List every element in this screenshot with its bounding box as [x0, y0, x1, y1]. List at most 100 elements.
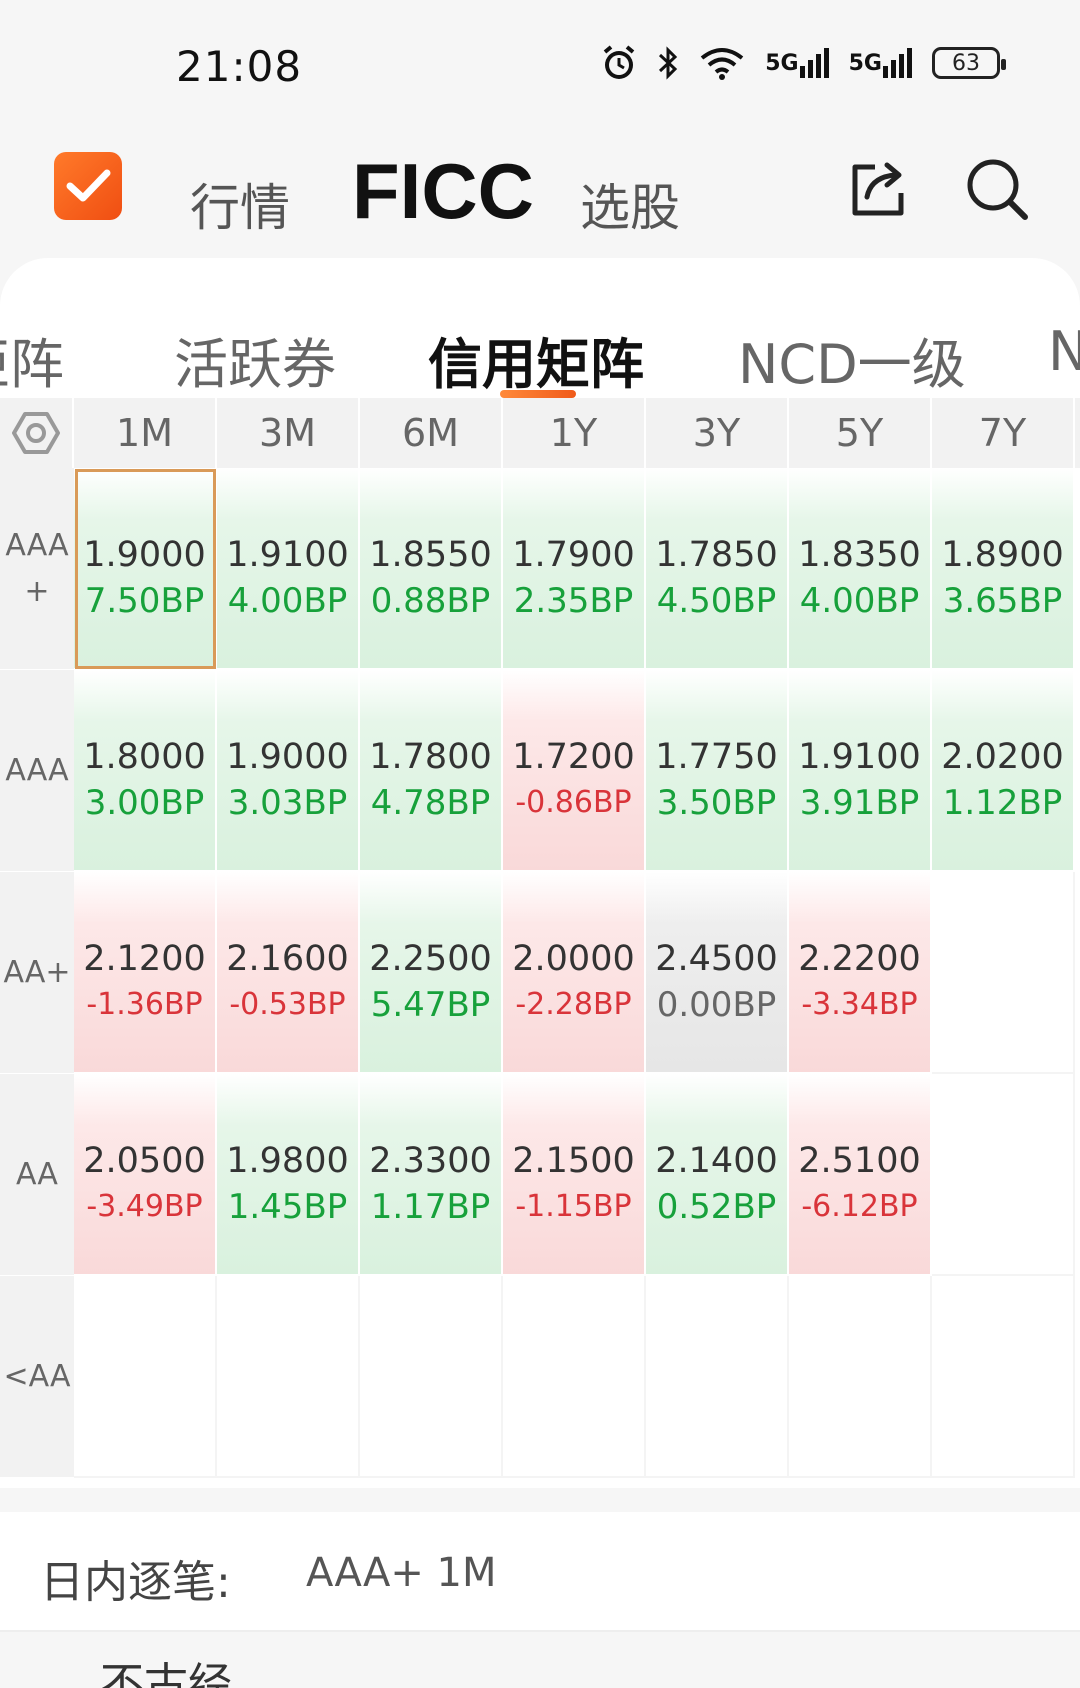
- credit-matrix-table: 1M 3M 6M 1Y 3Y 5Y 7Y AAA+ 1.9000 7.50BP 1.9100 4.0…: [0, 398, 1080, 1478]
- matrix-cell[interactable]: 1.9000 7.50BP: [74, 468, 217, 670]
- share-button[interactable]: [838, 150, 918, 230]
- settings-hex-icon: [12, 412, 60, 454]
- matrix-cell[interactable]: [217, 1276, 360, 1478]
- yield-change: -1.36BP: [86, 987, 203, 1022]
- matrix-cell[interactable]: [932, 1276, 1075, 1478]
- yield-value: 1.8000: [83, 737, 206, 777]
- matrix-cell[interactable]: 1.8900 3.65BP: [932, 468, 1075, 670]
- yield-value: 2.1500: [512, 1141, 635, 1181]
- yield-value: 1.7900: [512, 535, 635, 575]
- yield-value: 2.0500: [83, 1141, 206, 1181]
- tab-active-bonds[interactable]: 活跃券: [174, 320, 336, 398]
- signal-icon-2: 5G: [849, 48, 912, 78]
- matrix-cell[interactable]: 2.1200 -1.36BP: [74, 872, 217, 1074]
- yield-value: 2.4500: [655, 939, 778, 979]
- yield-value: 2.1400: [655, 1141, 778, 1181]
- share-icon: [852, 162, 904, 216]
- divider: [0, 1630, 1080, 1632]
- matrix-cell[interactable]: 2.1600 -0.53BP: [217, 872, 360, 1074]
- column-header[interactable]: 5Y: [789, 398, 932, 468]
- app-logo-icon[interactable]: [54, 152, 122, 220]
- tab-matrix[interactable]: 矩阵: [0, 320, 64, 398]
- yield-value: 1.7750: [655, 737, 778, 777]
- tab-next[interactable]: N: [1048, 320, 1080, 383]
- column-header[interactable]: 1M: [74, 398, 217, 468]
- matrix-cell[interactable]: 1.7750 3.50BP: [646, 670, 789, 872]
- signal-icon-1: 5G: [765, 48, 829, 78]
- matrix-cell[interactable]: 2.0500 -3.49BP: [74, 1074, 217, 1276]
- search-button[interactable]: [958, 150, 1038, 230]
- yield-value: 2.2500: [369, 939, 492, 979]
- matrix-row: AA+ 2.1200 -1.36BP 2.1600 -0.53BP 2.2500 5.47B…: [0, 872, 1080, 1074]
- matrix-body: AAA+ 1.9000 7.50BP 1.9100 4.00BP 1.8550 0.88BP…: [0, 468, 1080, 1478]
- matrix-cell[interactable]: 2.0000 -2.28BP: [503, 872, 646, 1074]
- nav-market[interactable]: 行情: [190, 168, 290, 240]
- row-label: <AA: [0, 1276, 74, 1478]
- tab-credit-matrix[interactable]: 信用矩阵: [428, 320, 644, 398]
- matrix-cell[interactable]: [646, 1276, 789, 1478]
- column-header[interactable]: 3M: [217, 398, 360, 468]
- matrix-cell[interactable]: [360, 1276, 503, 1478]
- column-header[interactable]: 6M: [360, 398, 503, 468]
- matrix-cell[interactable]: [932, 872, 1075, 1074]
- active-tab-indicator: [500, 390, 576, 398]
- yield-value: 1.9100: [798, 737, 921, 777]
- intraday-bar: 日内逐笔: AAA+ 1M: [0, 1512, 1080, 1632]
- matrix-cell[interactable]: 1.7900 2.35BP: [503, 468, 646, 670]
- matrix-cell[interactable]: 1.9100 4.00BP: [217, 468, 360, 670]
- matrix-cell[interactable]: 1.9800 1.45BP: [217, 1074, 360, 1276]
- matrix-cell[interactable]: 2.4500 0.00BP: [646, 872, 789, 1074]
- nav-ficc[interactable]: FICC: [352, 146, 534, 237]
- matrix-cell[interactable]: 1.9100 3.91BP: [789, 670, 932, 872]
- yield-value: 2.3300: [369, 1141, 492, 1181]
- yield-value: 2.2200: [798, 939, 921, 979]
- nav-stock-picker[interactable]: 选股: [580, 168, 680, 240]
- matrix-cell[interactable]: [503, 1276, 646, 1478]
- row-label: AA+: [0, 872, 74, 1074]
- yield-change: -0.53BP: [229, 987, 346, 1022]
- row-label: AAA+: [0, 468, 74, 670]
- column-header[interactable]: 1Y: [503, 398, 646, 468]
- yield-value: 2.1200: [83, 939, 206, 979]
- matrix-cell[interactable]: [789, 1276, 932, 1478]
- matrix-settings-button[interactable]: [0, 398, 74, 468]
- matrix-cell[interactable]: 1.8350 4.00BP: [789, 468, 932, 670]
- yield-value: 1.9000: [83, 535, 206, 575]
- matrix-cell[interactable]: [932, 1074, 1075, 1276]
- matrix-row: AAA+ 1.9000 7.50BP 1.9100 4.00BP 1.8550 0.88BP…: [0, 468, 1080, 670]
- matrix-cell[interactable]: 2.3300 1.17BP: [360, 1074, 503, 1276]
- yield-change: 4.78BP: [370, 783, 491, 823]
- yield-change: 3.91BP: [799, 783, 920, 823]
- yield-change: -0.86BP: [515, 785, 632, 820]
- matrix-cell[interactable]: 1.7800 4.78BP: [360, 670, 503, 872]
- matrix-cell[interactable]: 2.1500 -1.15BP: [503, 1074, 646, 1276]
- yield-change: 3.00BP: [84, 783, 205, 823]
- matrix-cell[interactable]: 2.1400 0.52BP: [646, 1074, 789, 1276]
- alarm-icon: [601, 44, 637, 82]
- status-icons: 5G 5G 63: [601, 44, 1006, 82]
- column-header[interactable]: 3Y: [646, 398, 789, 468]
- yield-change: -3.49BP: [86, 1189, 203, 1224]
- matrix-cell[interactable]: 1.8000 3.00BP: [74, 670, 217, 872]
- search-icon: [967, 159, 1028, 220]
- battery-icon: 63: [932, 47, 1006, 79]
- yield-value: 1.8350: [798, 535, 921, 575]
- matrix-cell[interactable]: 2.2500 5.47BP: [360, 872, 503, 1074]
- yield-value: 2.0000: [512, 939, 635, 979]
- matrix-cell[interactable]: 1.7200 -0.86BP: [503, 670, 646, 872]
- column-header[interactable]: 7Y: [932, 398, 1075, 468]
- matrix-cell[interactable]: 2.2200 -3.34BP: [789, 872, 932, 1074]
- yield-value: 1.9100: [226, 535, 349, 575]
- yield-value: 1.7200: [512, 737, 635, 777]
- row-label: AAA: [0, 670, 74, 872]
- matrix-cell[interactable]: 2.5100 -6.12BP: [789, 1074, 932, 1276]
- yield-change: 4.50BP: [656, 581, 777, 621]
- matrix-cell[interactable]: 2.0200 1.12BP: [932, 670, 1075, 872]
- matrix-cell[interactable]: [74, 1276, 217, 1478]
- matrix-cell[interactable]: 1.8550 0.88BP: [360, 468, 503, 670]
- matrix-header-row: 1M 3M 6M 1Y 3Y 5Y 7Y: [0, 398, 1080, 468]
- matrix-cell[interactable]: 1.7850 4.50BP: [646, 468, 789, 670]
- tab-ncd-primary[interactable]: NCD一级: [738, 320, 966, 398]
- app-header: 行情 FICC 选股: [0, 130, 1080, 260]
- matrix-cell[interactable]: 1.9000 3.03BP: [217, 670, 360, 872]
